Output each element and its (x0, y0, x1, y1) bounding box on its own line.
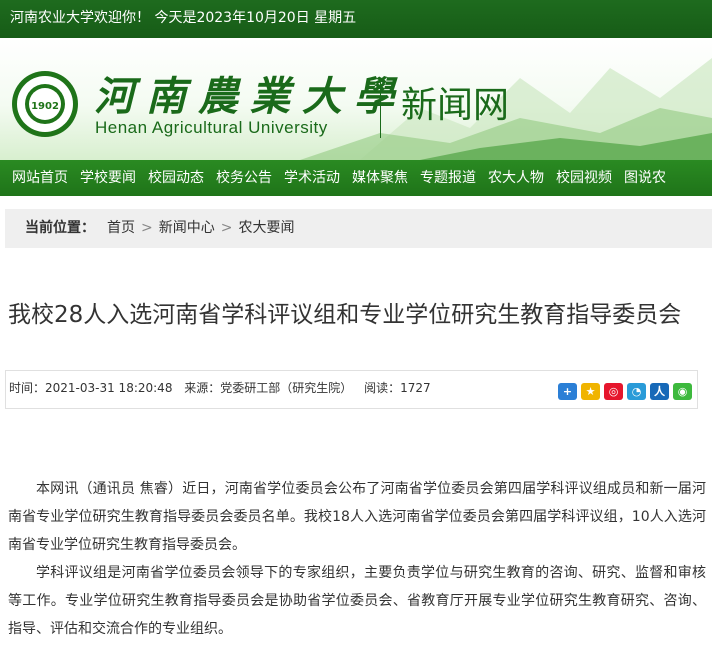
weibo-icon[interactable]: ◎ (604, 383, 623, 400)
site-name[interactable]: 新闻网 (401, 84, 509, 128)
top-welcome-bar: 河南农业大学欢迎你！ 今天是2023年10月20日 星期五 (0, 0, 712, 38)
article-body: 本网讯（通讯员 焦睿）近日，河南省学位委员会公布了河南省学位委员会第四届学科评议… (8, 475, 706, 643)
header-banner: 1902 河南農業大學 Henan Agricultural Universit… (0, 38, 712, 160)
tencent-weibo-icon[interactable]: ◔ (627, 383, 646, 400)
breadcrumb-label: 当前位置： (25, 220, 95, 236)
university-seal-icon: 1902 (12, 71, 78, 137)
share-toolbar: + ★ ◎ ◔ 人 ◉ (558, 383, 692, 400)
article-source: 来源：党委研工部（研究生院） (184, 381, 353, 395)
breadcrumb-news-center[interactable]: 新闻中心 (159, 220, 215, 236)
logo-divider (380, 78, 381, 138)
nav-item-photo[interactable]: 图说农 (618, 160, 672, 196)
nav-item-announcements[interactable]: 校务公告 (210, 160, 278, 196)
chevron-right-icon: > (141, 220, 153, 236)
nav-item-media[interactable]: 媒体聚焦 (346, 160, 414, 196)
plus-share-icon[interactable]: + (558, 383, 577, 400)
breadcrumb-home[interactable]: 首页 (107, 220, 135, 236)
article-meta: 时间：2021-03-31 18:20:48 来源：党委研工部（研究生院） 阅读… (5, 370, 698, 409)
nav-item-special[interactable]: 专题报道 (414, 160, 482, 196)
article-time: 时间：2021-03-31 18:20:48 (9, 381, 173, 395)
main-nav: 网站首页 学校要闻 校园动态 校务公告 学术活动 媒体聚焦 专题报道 农大人物 … (0, 160, 712, 196)
nav-item-school-news[interactable]: 学校要闻 (74, 160, 142, 196)
nav-item-video[interactable]: 校园视频 (550, 160, 618, 196)
article-views: 阅读：1727 (364, 381, 431, 395)
university-logo-cn: 河南農業大學 (94, 73, 406, 120)
article-paragraph: 本网讯（通讯员 焦睿）近日，河南省学位委员会公布了河南省学位委员会第四届学科评议… (8, 481, 706, 553)
wechat-icon[interactable]: ◉ (673, 383, 692, 400)
article-title: 我校28人入选河南省学科评议组和专业学位研究生教育指导委员会 (8, 302, 682, 328)
nav-item-academic[interactable]: 学术活动 (278, 160, 346, 196)
nav-item-people[interactable]: 农大人物 (482, 160, 550, 196)
seal-year: 1902 (31, 101, 59, 112)
nav-item-campus-news[interactable]: 校园动态 (142, 160, 210, 196)
welcome-text: 河南农业大学欢迎你！ 今天是2023年10月20日 星期五 (10, 10, 357, 26)
breadcrumb: 当前位置： 首页 > 新闻中心 > 农大要闻 (5, 209, 712, 248)
qzone-icon[interactable]: ★ (581, 383, 600, 400)
chevron-right-icon: > (220, 220, 233, 236)
breadcrumb-top-news[interactable]: 农大要闻 (238, 220, 294, 236)
article-paragraph: 学科评议组是河南省学位委员会领导下的专家组织，主要负责学位与研究生教育的咨询、研… (8, 565, 706, 637)
renren-icon[interactable]: 人 (650, 383, 669, 400)
nav-item-home[interactable]: 网站首页 (0, 160, 74, 196)
university-logo-en: Henan Agricultural University (95, 118, 328, 137)
